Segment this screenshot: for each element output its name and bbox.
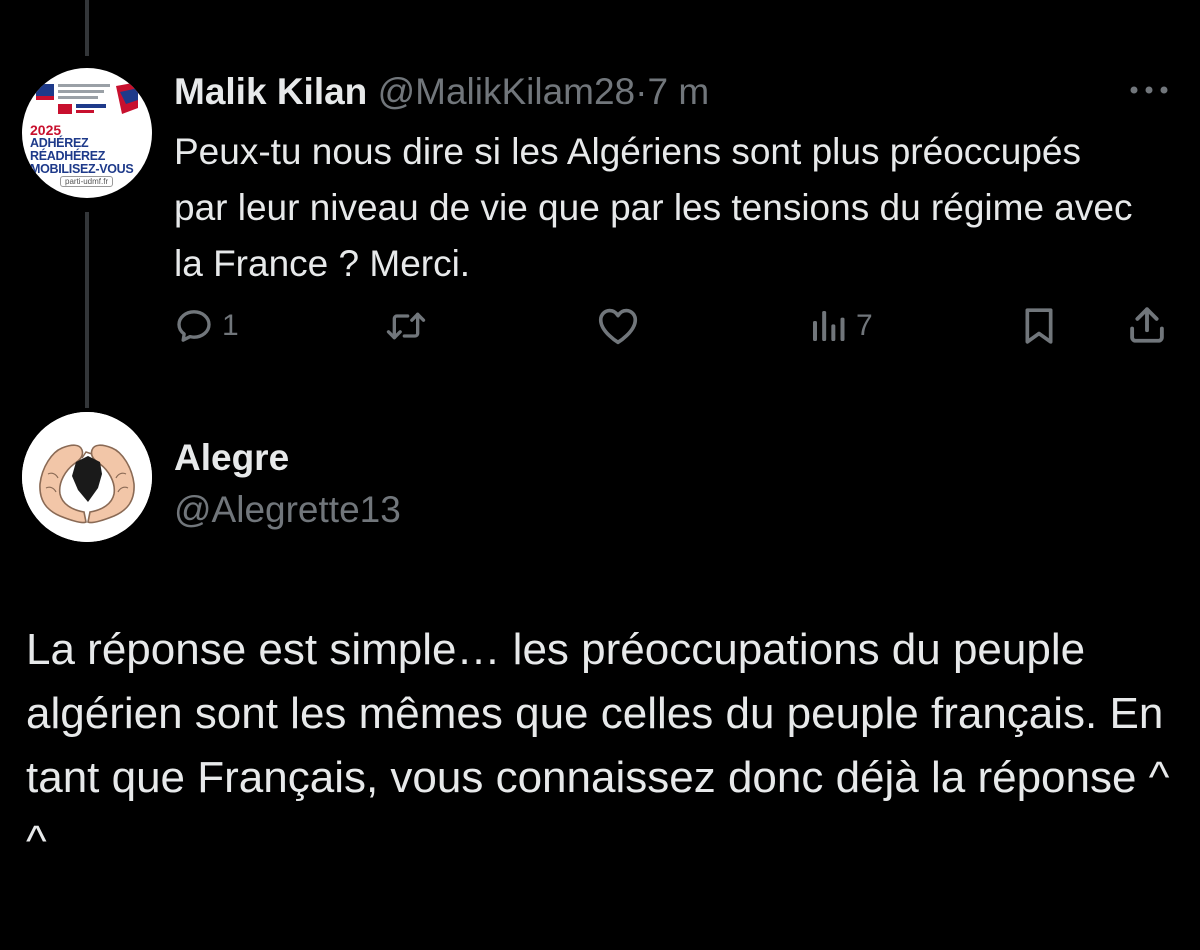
like-button[interactable] [596,306,648,346]
avatar[interactable] [22,412,152,542]
more-options-icon[interactable] [1128,84,1170,96]
author-handle[interactable]: @Alegrette13 [174,488,401,532]
views-count: 7 [856,309,873,342]
retweet-button[interactable] [384,306,436,346]
share-icon [1130,307,1164,343]
author-handle[interactable]: @MalikKilam28 [378,71,636,112]
avatar-line-3: MOBILISEZ-VOUS [30,162,134,176]
tweet-header: Malik Kilan @MalikKilam28·7 m [174,70,709,114]
thread-line [85,212,89,408]
avatar[interactable]: 2025 ADHÉREZ RÉADHÉREZ MOBILISEZ-VOUS pa… [22,68,152,198]
views-icon [813,311,845,341]
bookmark-button[interactable] [1020,306,1058,346]
heart-icon [598,308,638,345]
retweet-icon [386,312,426,340]
share-button[interactable] [1126,304,1168,346]
tweet-text: La réponse est simple… les préoccupation… [26,625,1170,866]
reply-icon [177,310,211,342]
thread-line [85,0,89,56]
avatar-url: parti-udmf.fr [60,176,114,187]
party-banner-icon [36,82,138,114]
reply-button[interactable]: 1 [174,306,239,346]
separator-dot: · [635,71,648,112]
reply-count: 1 [222,309,239,342]
author-name[interactable]: Malik Kilan [174,71,367,112]
author-name[interactable]: Alegre [174,436,289,480]
heart-hands-icon [22,412,152,542]
bookmark-icon [1025,308,1053,344]
timestamp[interactable]: 7 m [647,71,709,112]
views-button[interactable]: 7 [808,306,873,346]
tweet-text: Peux-tu nous dire si les Algériens sont … [174,131,1133,284]
